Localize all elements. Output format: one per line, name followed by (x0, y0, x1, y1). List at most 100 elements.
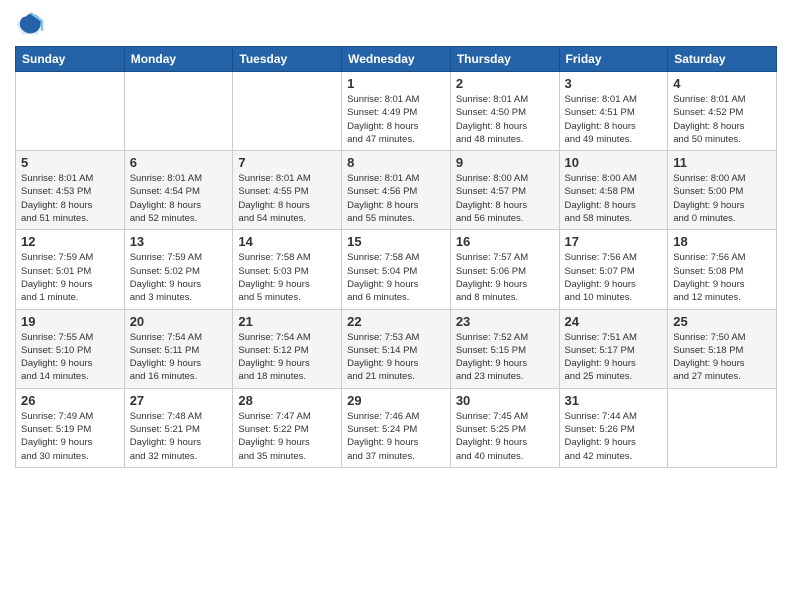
calendar-cell (668, 388, 777, 467)
day-info: Sunrise: 7:58 AM Sunset: 5:04 PM Dayligh… (347, 251, 445, 304)
day-info: Sunrise: 7:54 AM Sunset: 5:12 PM Dayligh… (238, 331, 336, 384)
calendar-cell: 14 Sunrise: 7:58 AM Sunset: 5:03 PM Dayli… (233, 230, 342, 309)
day-number: 21 (238, 314, 336, 329)
day-number: 20 (130, 314, 228, 329)
calendar-cell: 31 Sunrise: 7:44 AM Sunset: 5:26 PM Dayli… (559, 388, 668, 467)
day-info: Sunrise: 7:49 AM Sunset: 5:19 PM Dayligh… (21, 410, 119, 463)
calendar-cell: 13 Sunrise: 7:59 AM Sunset: 5:02 PM Dayli… (124, 230, 233, 309)
day-number: 23 (456, 314, 554, 329)
day-number: 22 (347, 314, 445, 329)
calendar-cell: 7 Sunrise: 8:01 AM Sunset: 4:55 PM Daylig… (233, 151, 342, 230)
calendar-week-row: 5Sunrise: 8:01 AM Sunset: 4:53 PM Daylig… (16, 151, 777, 230)
weekday-header-row: SundayMondayTuesdayWednesdayThursdayFrid… (16, 47, 777, 72)
day-number: 8 (347, 155, 445, 170)
calendar-cell: 16 Sunrise: 7:57 AM Sunset: 5:06 PM Dayli… (450, 230, 559, 309)
calendar-cell: 30 Sunrise: 7:45 AM Sunset: 5:25 PM Dayli… (450, 388, 559, 467)
day-number: 1 (347, 76, 445, 91)
day-info: Sunrise: 7:45 AM Sunset: 5:25 PM Dayligh… (456, 410, 554, 463)
calendar-cell: 25 Sunrise: 7:50 AM Sunset: 5:18 PM Dayli… (668, 309, 777, 388)
header-area (15, 10, 777, 38)
page-container: SundayMondayTuesdayWednesdayThursdayFrid… (0, 0, 792, 478)
day-number: 2 (456, 76, 554, 91)
day-info: Sunrise: 7:44 AM Sunset: 5:26 PM Dayligh… (565, 410, 663, 463)
day-number: 11 (673, 155, 771, 170)
day-number: 7 (238, 155, 336, 170)
day-info: Sunrise: 7:57 AM Sunset: 5:06 PM Dayligh… (456, 251, 554, 304)
weekday-header: Thursday (450, 47, 559, 72)
day-info: Sunrise: 7:59 AM Sunset: 5:02 PM Dayligh… (130, 251, 228, 304)
calendar-cell: 18 Sunrise: 7:56 AM Sunset: 5:08 PM Dayli… (668, 230, 777, 309)
day-info: Sunrise: 8:01 AM Sunset: 4:49 PM Dayligh… (347, 93, 445, 146)
calendar-cell (124, 72, 233, 151)
day-number: 25 (673, 314, 771, 329)
calendar-cell: 24Sunrise: 7:51 AM Sunset: 5:17 PM Dayli… (559, 309, 668, 388)
day-info: Sunrise: 7:50 AM Sunset: 5:18 PM Dayligh… (673, 331, 771, 384)
day-info: Sunrise: 7:46 AM Sunset: 5:24 PM Dayligh… (347, 410, 445, 463)
day-info: Sunrise: 7:51 AM Sunset: 5:17 PM Dayligh… (565, 331, 663, 384)
day-info: Sunrise: 8:01 AM Sunset: 4:55 PM Dayligh… (238, 172, 336, 225)
day-info: Sunrise: 7:54 AM Sunset: 5:11 PM Dayligh… (130, 331, 228, 384)
day-info: Sunrise: 7:52 AM Sunset: 5:15 PM Dayligh… (456, 331, 554, 384)
day-info: Sunrise: 7:59 AM Sunset: 5:01 PM Dayligh… (21, 251, 119, 304)
day-number: 28 (238, 393, 336, 408)
calendar-cell: 29 Sunrise: 7:46 AM Sunset: 5:24 PM Dayli… (342, 388, 451, 467)
day-info: Sunrise: 7:53 AM Sunset: 5:14 PM Dayligh… (347, 331, 445, 384)
calendar-cell: 9 Sunrise: 8:00 AM Sunset: 4:57 PM Daylig… (450, 151, 559, 230)
day-number: 30 (456, 393, 554, 408)
calendar-cell: 6Sunrise: 8:01 AM Sunset: 4:54 PM Daylig… (124, 151, 233, 230)
day-number: 16 (456, 234, 554, 249)
calendar-week-row: 12 Sunrise: 7:59 AM Sunset: 5:01 PM Dayli… (16, 230, 777, 309)
day-number: 10 (565, 155, 663, 170)
day-number: 13 (130, 234, 228, 249)
calendar-cell (233, 72, 342, 151)
day-info: Sunrise: 7:56 AM Sunset: 5:07 PM Dayligh… (565, 251, 663, 304)
day-info: Sunrise: 8:00 AM Sunset: 4:57 PM Dayligh… (456, 172, 554, 225)
day-number: 26 (21, 393, 119, 408)
calendar-cell: 12 Sunrise: 7:59 AM Sunset: 5:01 PM Dayli… (16, 230, 125, 309)
day-info: Sunrise: 8:00 AM Sunset: 5:00 PM Dayligh… (673, 172, 771, 225)
logo (15, 10, 49, 38)
day-number: 31 (565, 393, 663, 408)
day-info: Sunrise: 8:01 AM Sunset: 4:51 PM Dayligh… (565, 93, 663, 146)
day-number: 9 (456, 155, 554, 170)
day-number: 29 (347, 393, 445, 408)
calendar-cell: 1 Sunrise: 8:01 AM Sunset: 4:49 PM Daylig… (342, 72, 451, 151)
calendar-table: SundayMondayTuesdayWednesdayThursdayFrid… (15, 46, 777, 468)
day-info: Sunrise: 8:01 AM Sunset: 4:54 PM Dayligh… (130, 172, 228, 225)
day-number: 15 (347, 234, 445, 249)
calendar-week-row: 19Sunrise: 7:55 AM Sunset: 5:10 PM Dayli… (16, 309, 777, 388)
weekday-header: Friday (559, 47, 668, 72)
calendar-cell: 26 Sunrise: 7:49 AM Sunset: 5:19 PM Dayli… (16, 388, 125, 467)
calendar-cell: 4Sunrise: 8:01 AM Sunset: 4:52 PM Daylig… (668, 72, 777, 151)
day-number: 3 (565, 76, 663, 91)
calendar-cell: 10 Sunrise: 8:00 AM Sunset: 4:58 PM Dayli… (559, 151, 668, 230)
calendar-cell: 8Sunrise: 8:01 AM Sunset: 4:56 PM Daylig… (342, 151, 451, 230)
calendar-cell: 22 Sunrise: 7:53 AM Sunset: 5:14 PM Dayli… (342, 309, 451, 388)
weekday-header: Tuesday (233, 47, 342, 72)
calendar-cell: 20 Sunrise: 7:54 AM Sunset: 5:11 PM Dayli… (124, 309, 233, 388)
day-number: 27 (130, 393, 228, 408)
day-number: 14 (238, 234, 336, 249)
day-number: 12 (21, 234, 119, 249)
calendar-week-row: 26 Sunrise: 7:49 AM Sunset: 5:19 PM Dayli… (16, 388, 777, 467)
day-info: Sunrise: 7:58 AM Sunset: 5:03 PM Dayligh… (238, 251, 336, 304)
calendar-cell: 21 Sunrise: 7:54 AM Sunset: 5:12 PM Dayli… (233, 309, 342, 388)
weekday-header: Saturday (668, 47, 777, 72)
day-number: 17 (565, 234, 663, 249)
day-info: Sunrise: 7:55 AM Sunset: 5:10 PM Dayligh… (21, 331, 119, 384)
calendar-cell: 17 Sunrise: 7:56 AM Sunset: 5:07 PM Dayli… (559, 230, 668, 309)
day-info: Sunrise: 8:00 AM Sunset: 4:58 PM Dayligh… (565, 172, 663, 225)
day-info: Sunrise: 8:01 AM Sunset: 4:50 PM Dayligh… (456, 93, 554, 146)
calendar-cell: 23 Sunrise: 7:52 AM Sunset: 5:15 PM Dayli… (450, 309, 559, 388)
calendar-cell: 28Sunrise: 7:47 AM Sunset: 5:22 PM Dayli… (233, 388, 342, 467)
calendar-cell: 5Sunrise: 8:01 AM Sunset: 4:53 PM Daylig… (16, 151, 125, 230)
day-info: Sunrise: 8:01 AM Sunset: 4:52 PM Dayligh… (673, 93, 771, 146)
calendar-cell: 19Sunrise: 7:55 AM Sunset: 5:10 PM Dayli… (16, 309, 125, 388)
calendar-cell: 27Sunrise: 7:48 AM Sunset: 5:21 PM Dayli… (124, 388, 233, 467)
day-info: Sunrise: 7:56 AM Sunset: 5:08 PM Dayligh… (673, 251, 771, 304)
day-number: 18 (673, 234, 771, 249)
calendar-cell: 15 Sunrise: 7:58 AM Sunset: 5:04 PM Dayli… (342, 230, 451, 309)
weekday-header: Wednesday (342, 47, 451, 72)
calendar-cell (16, 72, 125, 151)
weekday-header: Sunday (16, 47, 125, 72)
